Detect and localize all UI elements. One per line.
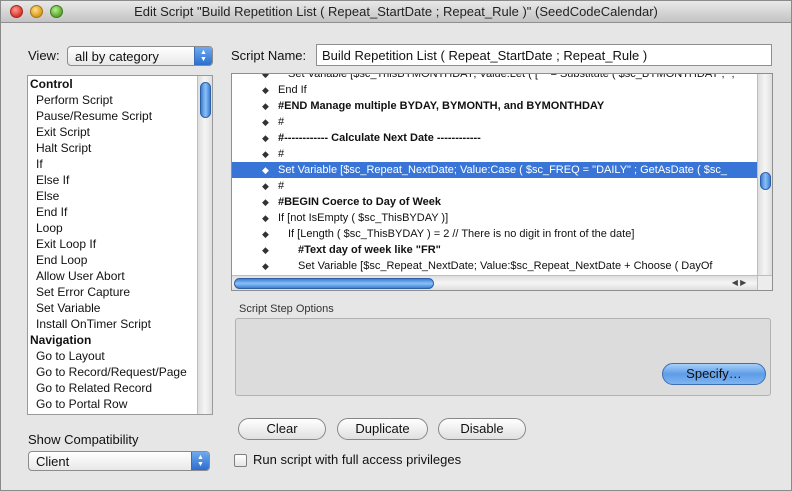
window-title: Edit Script "Build Repetition List ( Rep… bbox=[134, 4, 658, 19]
script-line-text: Set Variable [$sc_Repeat_NextDate; Value… bbox=[278, 164, 727, 176]
step-list-item[interactable]: Else bbox=[28, 188, 212, 204]
step-list-item[interactable]: Exit Loop If bbox=[28, 236, 212, 252]
script-editor-vscrollbar[interactable] bbox=[757, 74, 772, 275]
drag-handle-icon[interactable]: ◆ bbox=[262, 74, 269, 82]
script-editor[interactable]: ◆ Set Variable [$sc_ThisBYMONTHDAY; Value… bbox=[231, 73, 773, 291]
script-editor-vscroll-thumb[interactable] bbox=[760, 172, 771, 190]
script-line[interactable]: ◆ #BEGIN Coerce to Day of Week bbox=[232, 194, 757, 210]
step-list-item[interactable]: Exit Script bbox=[28, 124, 212, 140]
drag-handle-icon[interactable]: ◆ bbox=[262, 146, 269, 162]
script-line[interactable]: ◆ #------------ Calculate Next Date -----… bbox=[232, 130, 757, 146]
full-access-checkbox[interactable] bbox=[234, 454, 247, 467]
script-line-text: #------------ Calculate Next Date ------… bbox=[278, 132, 481, 144]
edit-script-window: Edit Script "Build Repetition List ( Rep… bbox=[0, 0, 792, 491]
title-bar: Edit Script "Build Repetition List ( Rep… bbox=[1, 1, 791, 23]
full-access-label[interactable]: Run script with full access privileges bbox=[253, 452, 461, 467]
script-line-text: # bbox=[278, 148, 285, 160]
step-category[interactable]: Navigation bbox=[28, 332, 212, 348]
step-list-item[interactable]: Allow User Abort bbox=[28, 268, 212, 284]
step-list-item[interactable]: End Loop bbox=[28, 252, 212, 268]
drag-handle-icon[interactable]: ◆ bbox=[262, 226, 269, 242]
script-line[interactable]: ◆ Set Variable [$sc_Repeat_NextDate; Valu… bbox=[232, 258, 757, 274]
script-line-text: If [not IsEmpty ( $sc_ThisBYDAY )] bbox=[278, 212, 449, 224]
script-line-text: Set Variable [$sc_ThisBYMONTHDAY; Value:… bbox=[288, 74, 739, 80]
duplicate-button[interactable]: Duplicate bbox=[337, 418, 428, 440]
step-list-item[interactable]: Set Error Capture bbox=[28, 284, 212, 300]
script-line[interactable]: ◆ # bbox=[232, 114, 757, 130]
popup-arrows-icon: ▲ ▼ bbox=[194, 47, 212, 65]
script-editor-hscrollbar[interactable]: ◀ ▶ bbox=[232, 275, 757, 290]
script-line[interactable]: ◆ Set Variable [$sc_ThisBYMONTHDAY; Value… bbox=[232, 74, 757, 82]
script-line[interactable]: ◆ # bbox=[232, 178, 757, 194]
step-list-item[interactable]: Perform Script bbox=[28, 92, 212, 108]
script-line-text: # bbox=[278, 116, 285, 128]
step-list-item[interactable]: Else If bbox=[28, 172, 212, 188]
script-line[interactable]: ◆ End If bbox=[232, 82, 757, 98]
drag-handle-icon[interactable]: ◆ bbox=[262, 242, 269, 258]
step-list-item[interactable]: Go to Record/Request/Page bbox=[28, 364, 212, 380]
script-name-label: Script Name: bbox=[231, 48, 307, 63]
drag-handle-icon[interactable]: ◆ bbox=[262, 194, 269, 210]
view-label: View: bbox=[28, 48, 60, 63]
step-list-item[interactable]: Go to Portal Row bbox=[28, 396, 212, 412]
script-line[interactable]: ◆ #Text day of week like "FR" bbox=[232, 242, 757, 258]
view-popup-value: all by category bbox=[75, 49, 159, 64]
script-line[interactable]: ◆ Set Variable [$sc_Repeat_NextDate; Valu… bbox=[232, 162, 757, 178]
specify-button[interactable]: Specify… bbox=[662, 363, 766, 385]
script-editor-hscroll-thumb[interactable] bbox=[234, 278, 434, 289]
script-line-text: # bbox=[278, 180, 285, 192]
compatibility-popup[interactable]: Client ▲ ▼ bbox=[28, 451, 210, 471]
drag-handle-icon[interactable]: ◆ bbox=[262, 82, 269, 98]
step-list-item[interactable]: Go to Related Record bbox=[28, 380, 212, 396]
drag-handle-icon[interactable]: ◆ bbox=[262, 210, 269, 226]
drag-handle-icon[interactable]: ◆ bbox=[262, 114, 269, 130]
step-list-item[interactable]: Halt Script bbox=[28, 140, 212, 156]
drag-handle-icon[interactable]: ◆ bbox=[262, 162, 269, 178]
scroll-corner bbox=[757, 275, 772, 290]
step-list-item[interactable]: Go to Layout bbox=[28, 348, 212, 364]
clear-button[interactable]: Clear bbox=[238, 418, 326, 440]
script-line-text: #BEGIN Coerce to Day of Week bbox=[278, 196, 442, 208]
drag-handle-icon[interactable]: ◆ bbox=[262, 130, 269, 146]
disable-button[interactable]: Disable bbox=[438, 418, 526, 440]
script-line-text: #Text day of week like "FR" bbox=[298, 244, 441, 256]
view-popup[interactable]: all by category ▲ ▼ bbox=[67, 46, 213, 66]
script-line-text: If [Length ( $sc_ThisBYDAY ) = 2 // Ther… bbox=[288, 228, 635, 240]
show-compatibility-label: Show Compatibility bbox=[28, 432, 139, 447]
script-line[interactable]: ◆ #END Manage multiple BYDAY, BYMONTH, an… bbox=[232, 98, 757, 114]
step-list-rows: Control Perform Script Pause/Resume Script… bbox=[28, 76, 212, 414]
script-step-list[interactable]: Control Perform Script Pause/Resume Script… bbox=[27, 75, 213, 415]
step-list-item[interactable]: Install OnTimer Script bbox=[28, 316, 212, 332]
script-lines: ◆ Set Variable [$sc_ThisBYMONTHDAY; Value… bbox=[232, 74, 757, 275]
step-list-item[interactable]: If bbox=[28, 156, 212, 172]
step-list-item[interactable]: Loop bbox=[28, 220, 212, 236]
drag-handle-icon[interactable]: ◆ bbox=[262, 178, 269, 194]
script-line[interactable]: ◆ # bbox=[232, 146, 757, 162]
step-category[interactable]: Control bbox=[28, 76, 212, 92]
compatibility-popup-value: Client bbox=[36, 454, 70, 469]
script-name-field[interactable]: Build Repetition List ( Repeat_StartDate… bbox=[316, 44, 772, 66]
step-list-item[interactable]: End If bbox=[28, 204, 212, 220]
script-step-options-label: Script Step Options bbox=[239, 303, 334, 315]
script-line-text: #END Manage multiple BYDAY, BYMONTH, and… bbox=[278, 100, 605, 112]
step-list-scrollbar[interactable] bbox=[197, 76, 212, 414]
drag-handle-icon[interactable]: ◆ bbox=[262, 258, 269, 274]
popup-arrows-icon: ▲ ▼ bbox=[191, 452, 209, 470]
script-line-text: End If bbox=[278, 84, 307, 96]
step-list-item[interactable]: Pause/Resume Script bbox=[28, 108, 212, 124]
step-list-item[interactable]: Set Variable bbox=[28, 300, 212, 316]
step-list-item[interactable]: Go to Object bbox=[28, 412, 212, 414]
script-line[interactable]: ◆ If [not IsEmpty ( $sc_ThisBYDAY )] bbox=[232, 210, 757, 226]
script-line[interactable]: ◆ If [Length ( $sc_ThisBYDAY ) = 2 // The… bbox=[232, 226, 757, 242]
script-line-text: Set Variable [$sc_Repeat_NextDate; Value… bbox=[298, 260, 713, 272]
step-list-scroll-thumb[interactable] bbox=[200, 82, 211, 118]
drag-handle-icon[interactable]: ◆ bbox=[262, 98, 269, 114]
scroll-arrows-icon[interactable]: ◀ ▶ bbox=[721, 276, 757, 290]
